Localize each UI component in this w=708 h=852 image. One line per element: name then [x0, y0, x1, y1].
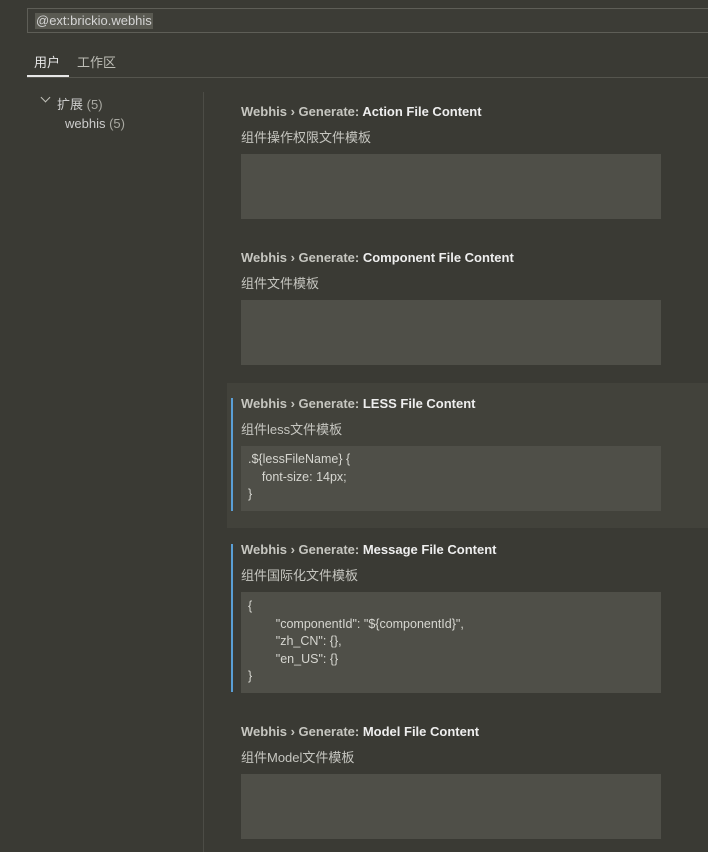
setting-name: Component File Content: [362, 250, 514, 265]
setting-action-file-content: Webhis › Generate: Action File Content 组…: [227, 92, 708, 232]
setting-category: Webhis › Generate:: [241, 724, 363, 739]
setting-title: Webhis › Generate: Message File Content: [241, 542, 496, 557]
setting-textarea[interactable]: { "componentId": "${componentId}", "zh_C…: [241, 592, 661, 693]
setting-name: Action File Content: [362, 104, 482, 119]
setting-component-file-content: Webhis › Generate: Component File Conten…: [227, 238, 708, 378]
setting-title: Webhis › Generate: Model File Content: [241, 724, 479, 739]
toc-group-label: 扩展: [57, 97, 84, 112]
toc-item-webhis[interactable]: webhis (5): [65, 116, 125, 131]
setting-category: Webhis › Generate:: [241, 104, 363, 119]
setting-description: 组件Model文件模板: [241, 750, 355, 765]
setting-name: LESS File Content: [362, 396, 476, 411]
setting-message-file-content: Webhis › Generate: Message File Content …: [227, 529, 708, 699]
active-tab-indicator: [27, 75, 69, 77]
setting-title: Webhis › Generate: Component File Conten…: [241, 250, 514, 265]
tab-workspace[interactable]: 工作区: [77, 52, 116, 71]
search-query-text: @ext:brickio.webhis: [35, 13, 153, 29]
settings-scope-tabs: 用户 工作区: [27, 46, 708, 78]
tab-user[interactable]: 用户: [34, 52, 60, 71]
settings-search-input[interactable]: @ext:brickio.webhis: [27, 8, 708, 33]
setting-name: Model File Content: [362, 724, 480, 739]
setting-name: Message File Content: [362, 542, 497, 557]
modified-indicator: [231, 544, 233, 692]
toc-item-count: (5): [109, 116, 125, 131]
toc-group-extensions[interactable]: 扩展 (5): [38, 92, 103, 113]
setting-category: Webhis › Generate:: [241, 542, 363, 557]
setting-title: Webhis › Generate: LESS File Content: [241, 396, 476, 411]
toc-divider: [203, 92, 204, 852]
setting-textarea[interactable]: .${lessFileName} { font-size: 14px; }: [241, 446, 661, 511]
chevron-down-icon: [40, 92, 51, 103]
toc-group-count: (5): [86, 97, 103, 112]
setting-model-file-content: Webhis › Generate: Model File Content 组件…: [227, 711, 708, 852]
modified-indicator: [231, 398, 233, 511]
setting-category: Webhis › Generate:: [241, 396, 363, 411]
setting-textarea[interactable]: [241, 774, 661, 839]
setting-description: 组件文件模板: [241, 276, 320, 291]
toc-item-label: webhis: [65, 116, 106, 131]
setting-title: Webhis › Generate: Action File Content: [241, 104, 482, 119]
setting-description: 组件操作权限文件模板: [241, 130, 372, 145]
setting-description: 组件国际化文件模板: [241, 568, 359, 583]
setting-description: 组件less文件模板: [241, 422, 343, 437]
setting-category: Webhis › Generate:: [241, 250, 363, 265]
setting-textarea[interactable]: [241, 300, 661, 365]
setting-less-file-content: Webhis › Generate: LESS File Content 组件l…: [227, 383, 708, 528]
setting-textarea[interactable]: [241, 154, 661, 219]
